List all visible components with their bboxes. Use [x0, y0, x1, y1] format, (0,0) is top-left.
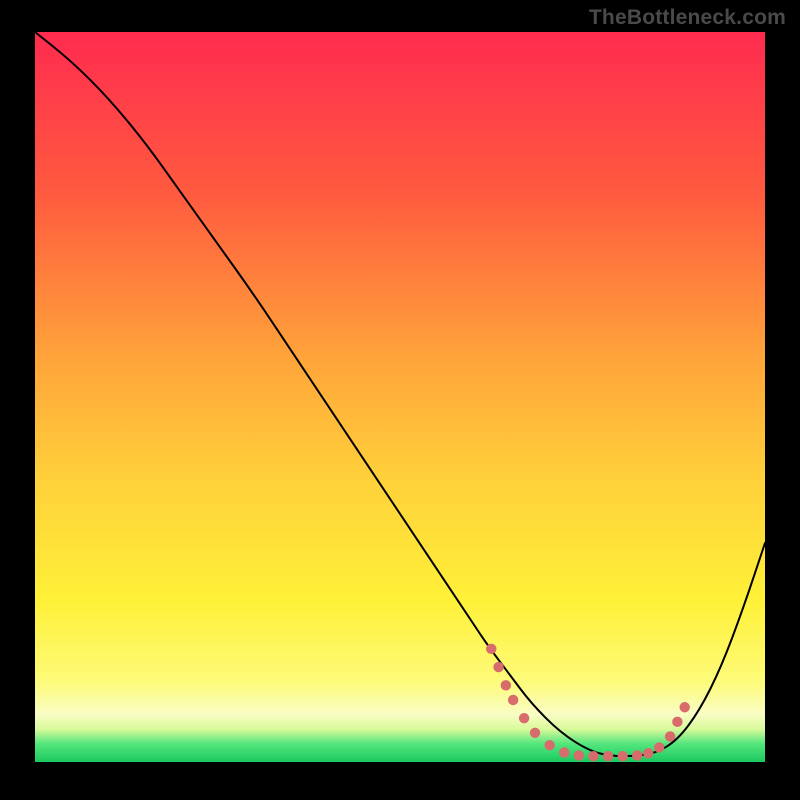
valley-dot [574, 750, 584, 760]
valley-dot [544, 740, 554, 750]
valley-dot [519, 713, 529, 723]
valley-dot [617, 751, 627, 761]
chart-container: TheBottleneck.com [0, 0, 800, 800]
chart-svg [35, 32, 765, 762]
valley-dot [508, 695, 518, 705]
watermark-text: TheBottleneck.com [589, 6, 786, 30]
valley-dot [672, 717, 682, 727]
valley-dot [632, 750, 642, 760]
valley-dot [665, 731, 675, 741]
valley-dot [559, 747, 569, 757]
valley-dot [680, 702, 690, 712]
valley-dot [643, 748, 653, 758]
valley-dot [603, 751, 613, 761]
valley-dot [530, 728, 540, 738]
valley-dot [654, 742, 664, 752]
valley-dot [486, 644, 496, 654]
valley-dot [588, 751, 598, 761]
valley-dot [501, 680, 511, 690]
plot-area [35, 32, 765, 762]
valley-dot [493, 662, 503, 672]
